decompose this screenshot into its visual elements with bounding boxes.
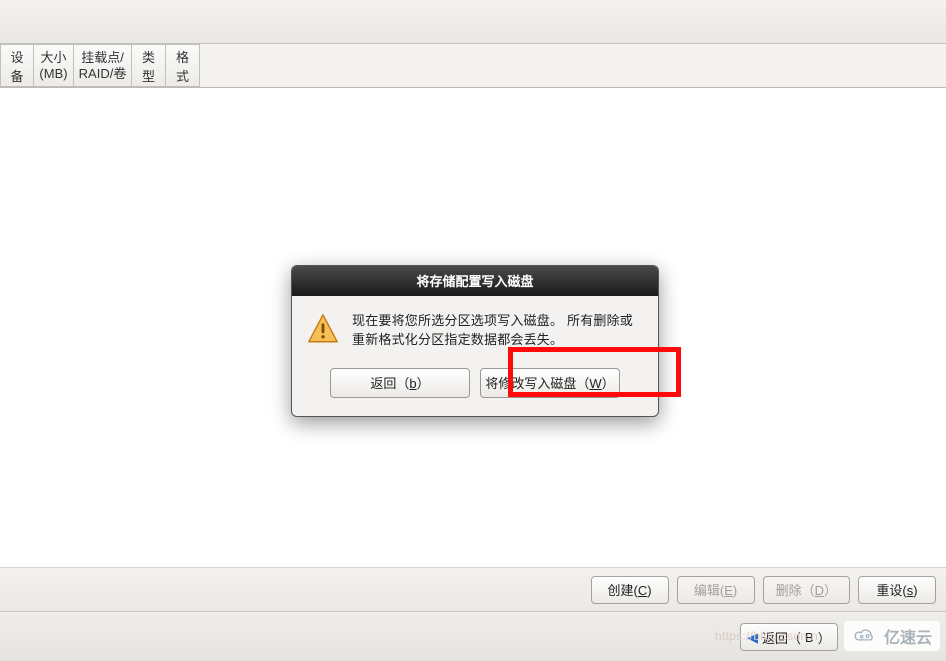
watermark-url: https://blog.csdn.n (715, 629, 818, 643)
partition-action-bar: 创建(C) 编辑(E) 删除（D） 重设(s) (0, 567, 946, 611)
dialog-write-button[interactable]: 将修改写入磁盘（W） (480, 368, 620, 398)
col-device[interactable]: 设备 (0, 44, 34, 87)
cloud-icon (852, 627, 878, 645)
edit-button: 编辑(E) (677, 576, 755, 604)
footer-bar: ◀ 返回（B） https://blog.csdn.n 亿速云 (0, 611, 946, 661)
col-format[interactable]: 格式 (166, 44, 200, 87)
dialog-title: 将存储配置写入磁盘 (292, 266, 658, 296)
delete-button: 删除（D） (763, 576, 850, 604)
dialog-back-button[interactable]: 返回（b） (330, 368, 470, 398)
top-banner (0, 0, 946, 44)
create-button[interactable]: 创建(C) (591, 576, 669, 604)
col-size[interactable]: 大小 (MB) (34, 44, 74, 87)
warning-icon (306, 312, 340, 350)
col-type[interactable]: 类型 (132, 44, 166, 87)
dialog-body: 现在要将您所选分区选项写入磁盘。 所有删除或重新格式化分区指定数据都会丢失。 (292, 296, 658, 358)
watermark: 亿速云 (844, 621, 940, 651)
col-mount[interactable]: 挂载点/ RAID/卷 (74, 44, 132, 87)
dialog-buttons: 返回（b） 将修改写入磁盘（W） (292, 358, 658, 416)
partition-main-area: 将存储配置写入磁盘 现在要将您所选分区选项写入磁盘。 所有删除或重新格式化分区指… (0, 88, 946, 569)
write-to-disk-dialog: 将存储配置写入磁盘 现在要将您所选分区选项写入磁盘。 所有删除或重新格式化分区指… (291, 265, 659, 417)
reset-button[interactable]: 重设(s) (858, 576, 936, 604)
column-headers: 设备 大小 (MB) 挂载点/ RAID/卷 类型 格式 (0, 44, 946, 88)
dialog-message: 现在要将您所选分区选项写入磁盘。 所有删除或重新格式化分区指定数据都会丢失。 (352, 312, 644, 350)
